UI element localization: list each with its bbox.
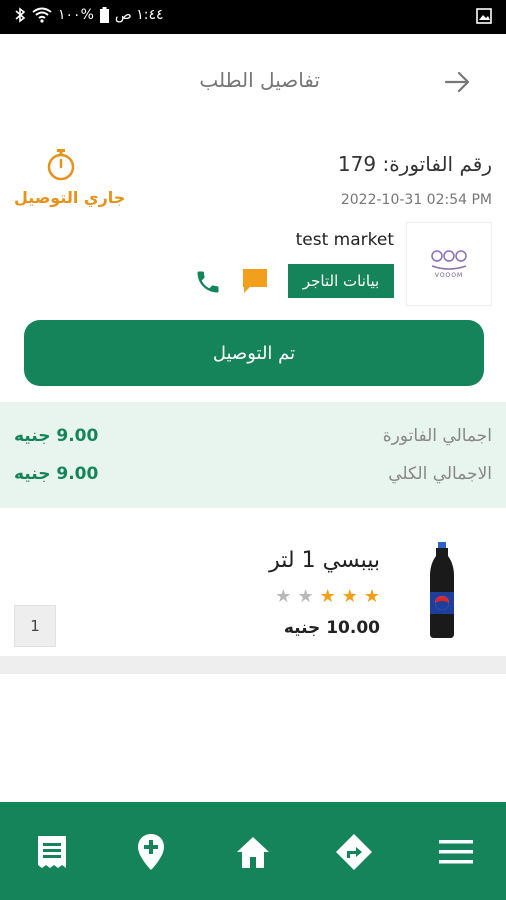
image-notification-icon xyxy=(476,8,492,28)
quantity-box: 1 xyxy=(14,605,56,647)
nav-add-location[interactable] xyxy=(131,832,171,872)
arrow-right-icon xyxy=(444,71,470,93)
product-name: بيبسي 1 لتر xyxy=(269,548,380,573)
mark-delivered-button[interactable]: تم التوصيل xyxy=(24,320,484,386)
battery-icon xyxy=(99,7,109,23)
bluetooth-icon xyxy=(15,7,26,23)
stopwatch-icon xyxy=(46,148,76,186)
merchant-logo: VOOOM xyxy=(406,222,492,306)
app-header: تفاصيل الطلب xyxy=(0,34,506,130)
star-icon: ★ xyxy=(297,586,314,607)
totals-panel: اجمالي الفاتورة 9.00 جنيه الاجمالي الكلي… xyxy=(0,402,506,508)
battery-percent: %١٠٠ xyxy=(58,7,94,23)
nav-home[interactable] xyxy=(233,832,273,872)
delivery-status: جاري التوصيل xyxy=(14,188,126,207)
invoice-total-value: 9.00 جنيه xyxy=(14,426,99,446)
merchant-logo-mark xyxy=(431,249,467,270)
product-item[interactable]: بيبسي 1 لتر ★ ★ ★ ★ ★ 10.00 جنيه 1 xyxy=(0,530,506,647)
grand-total-value: 9.00 جنيه xyxy=(14,464,99,484)
status-time: ١:٤٤ ص xyxy=(114,7,164,23)
directions-icon xyxy=(336,834,372,870)
invoice-number: رقم الفاتورة: 179 xyxy=(337,152,492,176)
star-icon: ★ xyxy=(341,586,358,607)
nav-directions[interactable] xyxy=(334,832,374,872)
product-rating: ★ ★ ★ ★ ★ xyxy=(275,586,380,607)
invoice-total-row: اجمالي الفاتورة 9.00 جنيه xyxy=(0,422,506,452)
home-icon xyxy=(237,837,269,868)
order-card: رقم الفاتورة: 179 2022-10-31 02:54 PM جا… xyxy=(0,130,506,400)
merchant-name: test market xyxy=(295,230,394,250)
merchant-logo-text: VOOOM xyxy=(434,271,464,279)
phone-icon[interactable] xyxy=(194,268,222,300)
merchant-info-button[interactable]: بيانات التاجر xyxy=(288,264,394,298)
status-bar: %١٠٠ ١:٤٤ ص xyxy=(0,0,506,34)
section-divider xyxy=(0,656,506,674)
map-pin-add-icon xyxy=(138,834,164,870)
product-image xyxy=(422,542,462,638)
star-icon: ★ xyxy=(319,586,336,607)
wifi-icon xyxy=(32,7,52,23)
back-button[interactable] xyxy=(440,64,476,100)
product-price: 10.00 جنيه xyxy=(283,618,380,638)
star-icon: ★ xyxy=(275,586,292,607)
menu-icon xyxy=(439,840,473,864)
bottom-navigation xyxy=(0,802,506,900)
order-date: 2022-10-31 02:54 PM xyxy=(340,192,492,208)
chat-icon[interactable] xyxy=(240,266,270,300)
receipt-icon xyxy=(38,836,66,868)
star-icon: ★ xyxy=(363,586,380,607)
nav-menu[interactable] xyxy=(436,832,476,872)
page-title: تفاصيل الطلب xyxy=(199,68,320,92)
status-icons: %١٠٠ ١:٤٤ ص xyxy=(14,7,164,23)
grand-total-row: الاجمالي الكلي 9.00 جنيه xyxy=(0,460,506,490)
grand-total-label: الاجمالي الكلي xyxy=(388,464,492,484)
nav-orders[interactable] xyxy=(32,832,72,872)
invoice-total-label: اجمالي الفاتورة xyxy=(382,426,492,446)
